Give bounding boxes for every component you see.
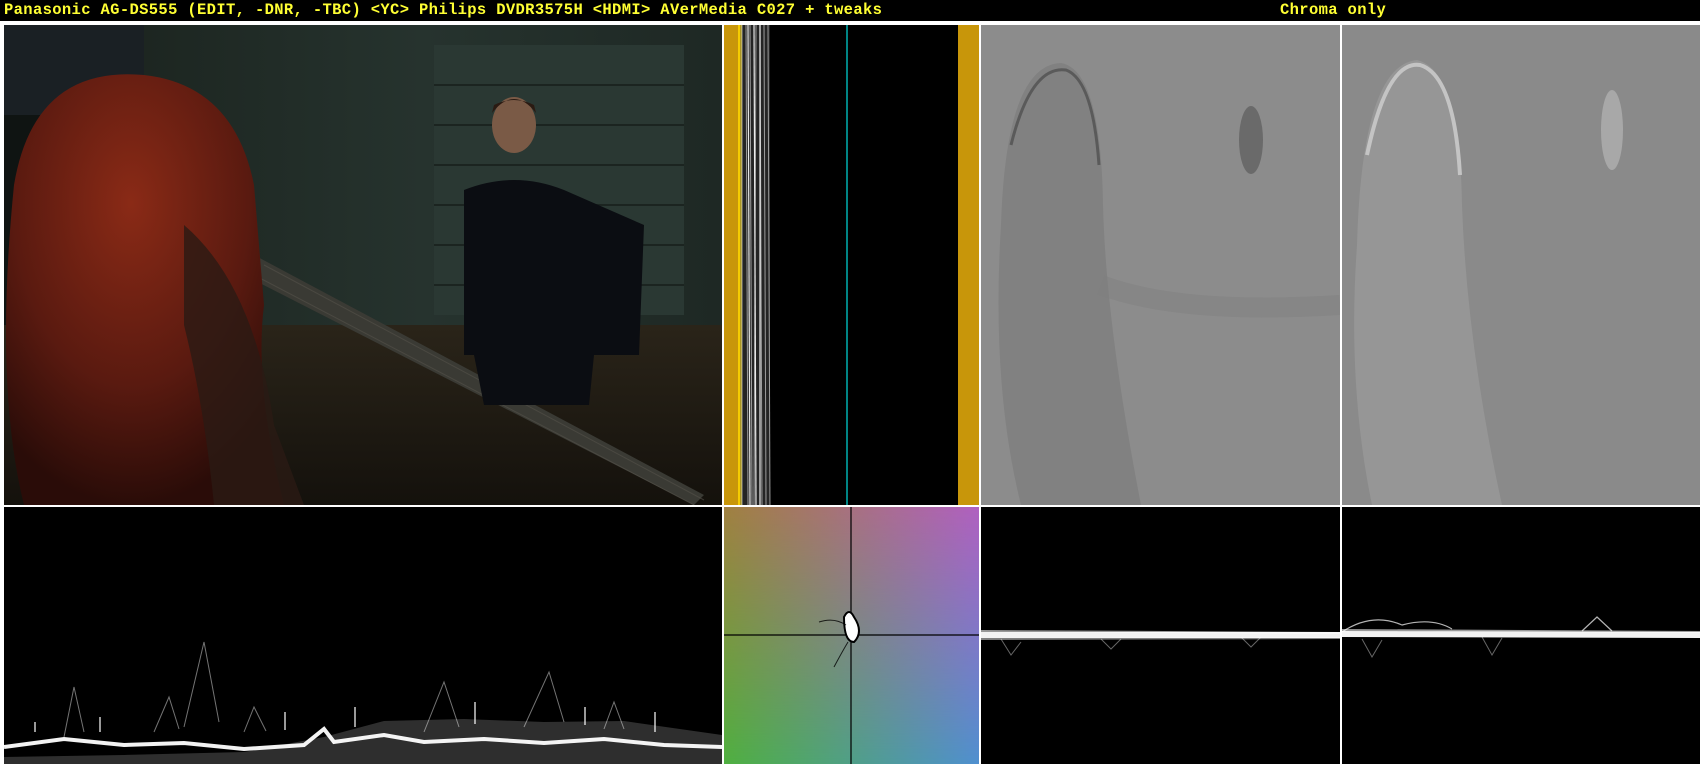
chroma-v-image xyxy=(1342,25,1700,505)
vertical-vectorscope-strip xyxy=(724,25,979,505)
mode-label: Chroma only xyxy=(1280,1,1387,19)
vectorscope xyxy=(724,507,979,764)
title-bar: Panasonic AG-DS555 (EDIT, -DNR, -TBC) <Y… xyxy=(0,0,1700,21)
source-video-frame xyxy=(4,25,722,505)
window-title: Panasonic AG-DS555 (EDIT, -DNR, -TBC) <Y… xyxy=(4,1,883,19)
luma-waveform xyxy=(4,507,722,764)
chroma-u-image xyxy=(981,25,1340,505)
chroma-u-waveform xyxy=(981,507,1340,764)
chroma-v-waveform xyxy=(1342,507,1700,764)
